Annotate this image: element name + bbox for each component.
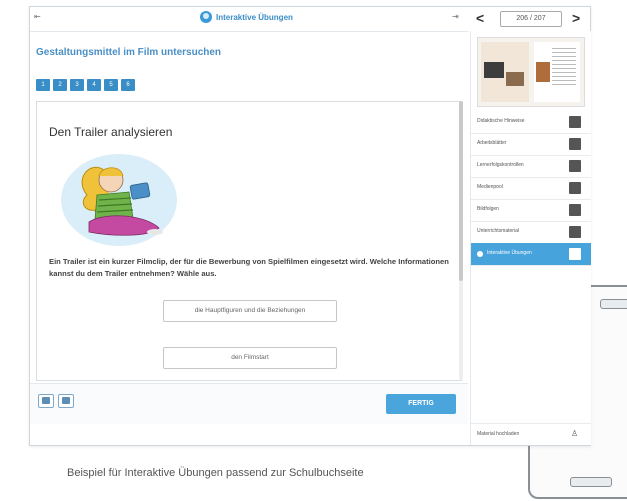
- expand-icon[interactable]: ⇤: [34, 12, 41, 21]
- home-icon[interactable]: [38, 394, 54, 408]
- sidebar-item-lernerfolgskontrollen[interactable]: Lernerfolgskontrollen: [471, 155, 591, 178]
- step-button[interactable]: 2: [53, 79, 67, 91]
- upload-material[interactable]: Material hochladen ♙: [471, 423, 591, 446]
- sidebar-item-label: Unterrichtsmaterial: [477, 228, 519, 234]
- step-button[interactable]: 6: [121, 79, 135, 91]
- page-number-field[interactable]: 206 / 207: [500, 11, 562, 27]
- sidebar-item-label: Interaktive Übungen: [487, 250, 532, 256]
- folder-icon[interactable]: [58, 394, 74, 408]
- upload-label: Material hochladen: [477, 431, 520, 437]
- step-button[interactable]: 3: [70, 79, 84, 91]
- app-title: Interaktive Übungen: [216, 12, 293, 22]
- done-button[interactable]: FERTIG: [386, 394, 456, 414]
- step-button[interactable]: 5: [104, 79, 118, 91]
- sidebar-item-medienpool[interactable]: Medienpool: [471, 177, 591, 200]
- answer-option[interactable]: die Hauptfiguren und die Beziehungen: [163, 300, 337, 322]
- sidebar: Didaktische Hinweise Arbeitsblätter Lern…: [470, 31, 591, 445]
- page-navigator: < 206 / 207 >: [470, 7, 590, 32]
- sidebar-item-label: Lernerfolgskontrollen: [477, 162, 524, 168]
- sidebar-item-label: Bildfolgen: [477, 206, 499, 212]
- caption: Beispiel für Interaktive Übungen passend…: [67, 467, 364, 479]
- scrollbar[interactable]: [459, 101, 463, 379]
- tablet-slot: [570, 477, 612, 487]
- question-text: Ein Trailer ist ein kurzer Filmclip, der…: [49, 257, 449, 278]
- logo-icon: [200, 11, 212, 23]
- scrollbar-thumb[interactable]: [459, 101, 463, 281]
- step-button[interactable]: 4: [87, 79, 101, 91]
- exercise-card: Den Trailer analysieren Ein Trailer ist …: [36, 101, 462, 381]
- user-icon: ♙: [571, 429, 579, 438]
- sidebar-item-label: Arbeitsblätter: [477, 140, 507, 146]
- tablet-slot: [600, 299, 627, 309]
- sidebar-item-label: Medienpool: [477, 184, 503, 190]
- chevron-right-icon[interactable]: >: [572, 10, 580, 26]
- sidebar-item-interaktive-uebungen[interactable]: Interaktive Übungen: [471, 243, 591, 266]
- exercise-title: Gestaltungsmittel im Film untersuchen: [36, 47, 222, 58]
- note-icon: [569, 116, 581, 128]
- worksheet-icon: [569, 138, 581, 150]
- step-button[interactable]: 1: [36, 79, 50, 91]
- sidebar-item-bildfolgen[interactable]: Bildfolgen: [471, 199, 591, 222]
- card-title: Den Trailer analysieren: [49, 125, 173, 139]
- page-thumbnail[interactable]: [477, 37, 585, 107]
- images-icon: [569, 204, 581, 216]
- exercise-footer: FERTIG: [30, 383, 468, 424]
- step-navigation: 1 2 3 4 5 6: [36, 79, 135, 91]
- sidebar-item-arbeitsblaetter[interactable]: Arbeitsblätter: [471, 133, 591, 156]
- exercise-icon: [477, 251, 483, 257]
- sidebar-item-label: Didaktische Hinweise: [477, 118, 525, 124]
- top-bar: ⇤ Interaktive Übungen ⇥: [30, 7, 468, 32]
- folder-icon: [569, 226, 581, 238]
- app-window: ⇤ Interaktive Übungen ⇥ < 206 / 207 > Ge…: [29, 6, 591, 446]
- sidebar-item-unterrichtsmaterial[interactable]: Unterrichtsmaterial: [471, 221, 591, 244]
- sidebar-item-didaktische-hinweise[interactable]: Didaktische Hinweise: [471, 111, 591, 134]
- checklist-icon: [569, 160, 581, 172]
- girl-with-tablet-illustration: [61, 154, 177, 246]
- answer-option[interactable]: den Filmstart: [163, 347, 337, 369]
- media-icon: [569, 182, 581, 194]
- exercise-icon: [569, 248, 581, 260]
- brand: Interaktive Übungen: [200, 11, 293, 23]
- collapse-icon[interactable]: ⇥: [452, 12, 459, 21]
- chevron-left-icon[interactable]: <: [476, 10, 484, 26]
